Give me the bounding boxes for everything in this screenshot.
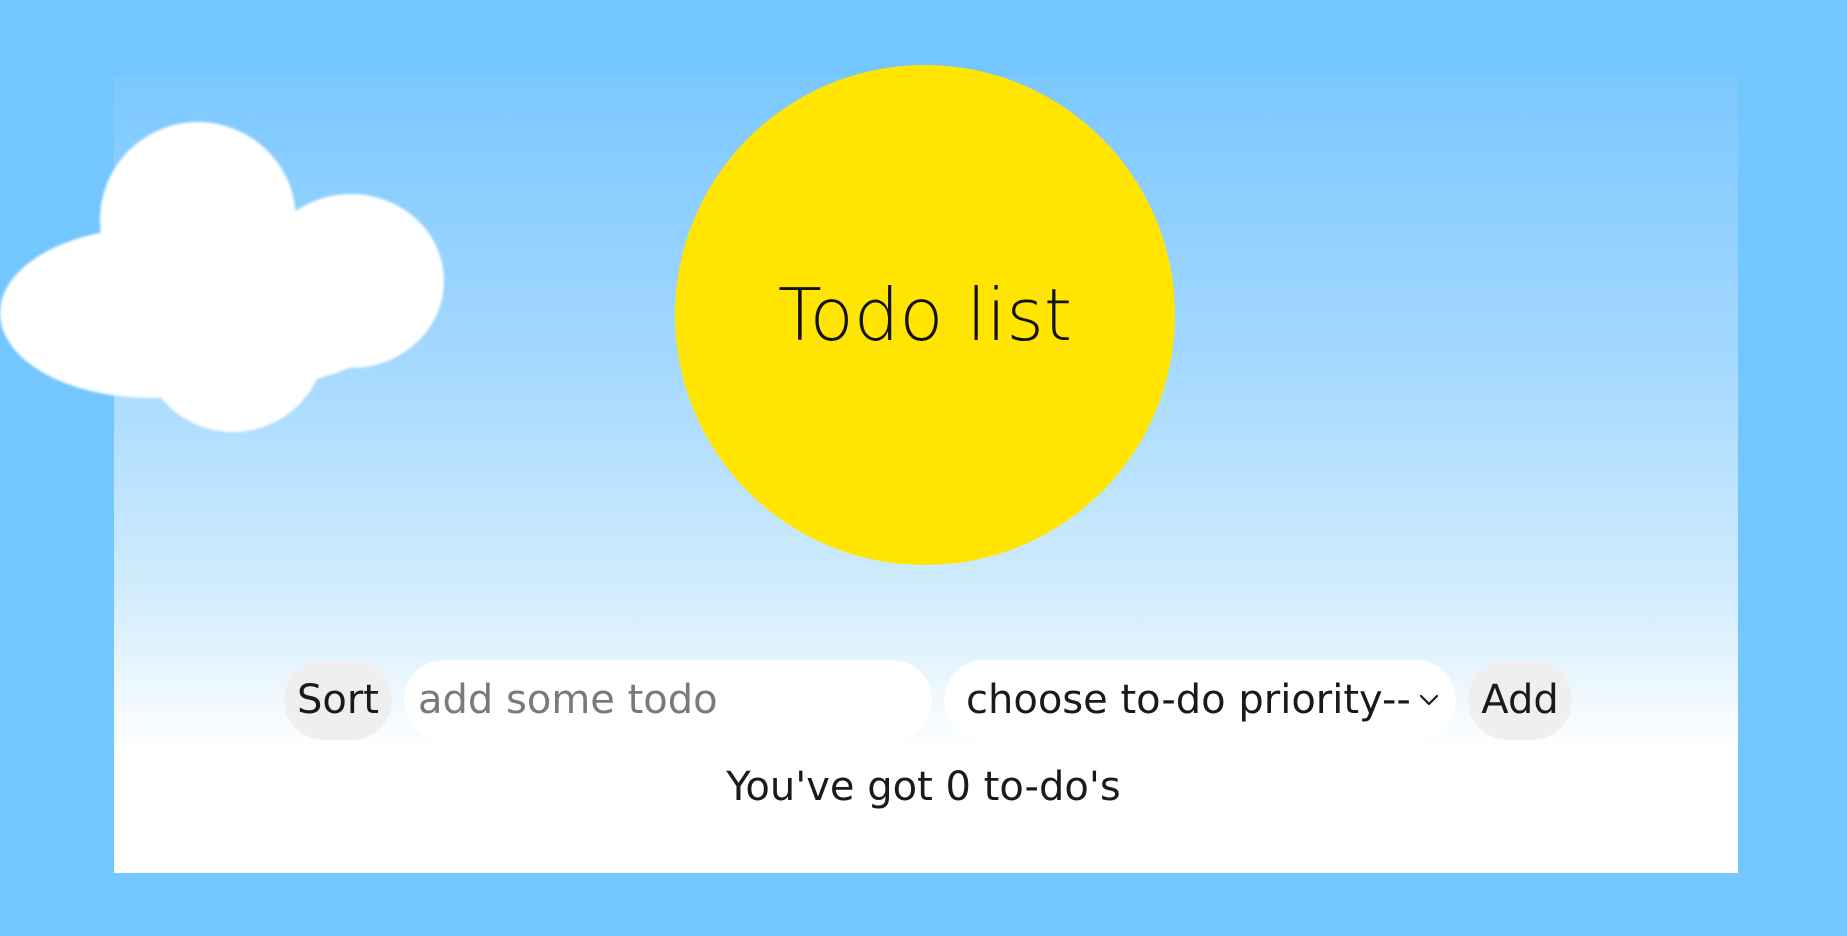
chevron-down-icon xyxy=(1416,690,1442,710)
page-title: Todo list xyxy=(777,273,1073,357)
sun-icon: Todo list xyxy=(675,65,1175,565)
todo-input[interactable] xyxy=(404,660,932,740)
todo-counter: You've got 0 to-do's xyxy=(726,764,1121,810)
cloud-puff xyxy=(80,238,400,388)
sort-button[interactable]: Sort xyxy=(284,660,392,740)
todo-controls: Sort choose to-do priority-- Add xyxy=(284,660,1572,740)
cloud-icon xyxy=(0,118,450,438)
priority-select-value: choose to-do priority-- xyxy=(966,677,1411,723)
add-button[interactable]: Add xyxy=(1468,660,1572,740)
priority-select[interactable]: choose to-do priority-- xyxy=(944,660,1456,740)
